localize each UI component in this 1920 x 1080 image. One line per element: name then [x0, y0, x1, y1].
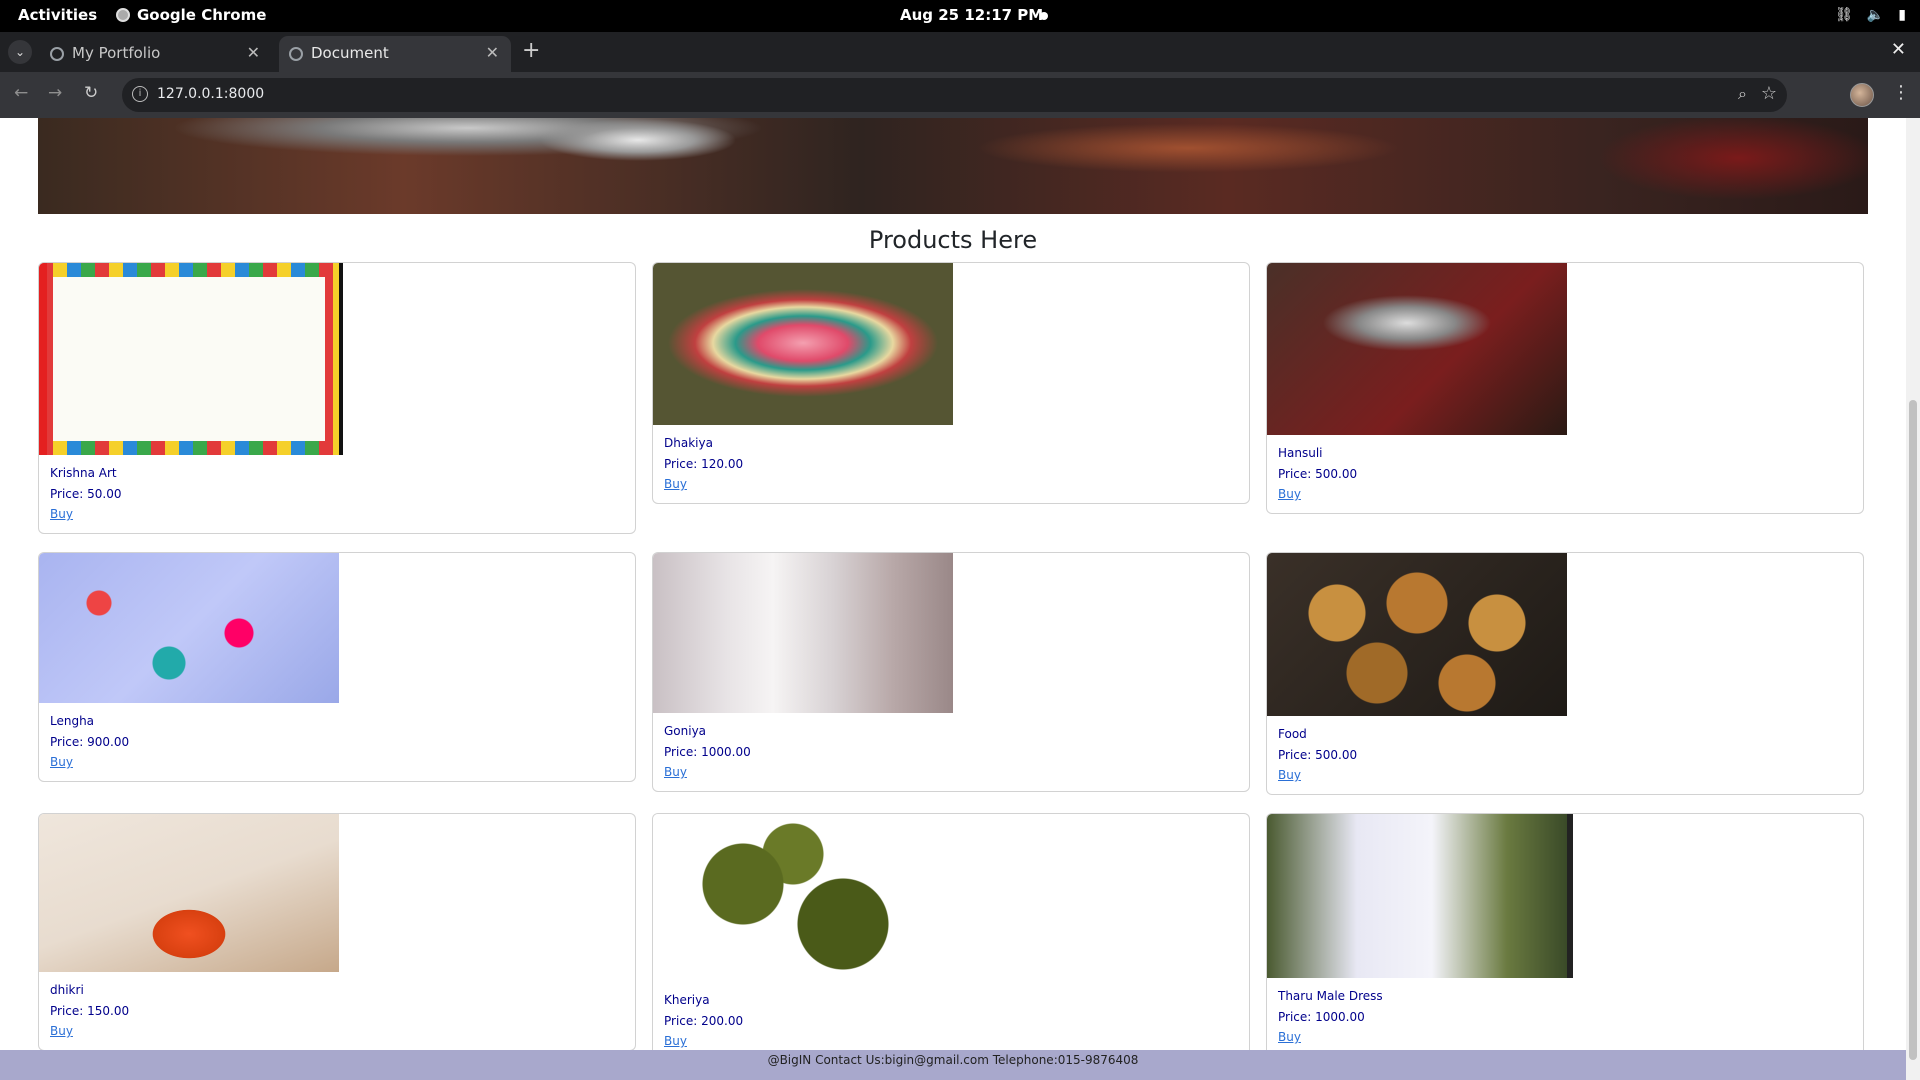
system-top-bar: Activities Google Chrome Aug 25 12:17 PM… — [0, 0, 1920, 32]
page-footer: @BigIN Contact Us:bigin@gmail.com Teleph… — [0, 1050, 1906, 1080]
product-image — [653, 263, 953, 425]
activities-button[interactable]: Activities — [18, 6, 97, 24]
product-card-dhakiya: Dhakiya Price: 120.00 Buy — [652, 262, 1250, 504]
product-image — [1267, 553, 1567, 716]
tab-strip: ⌄ My Portfolio ✕ Document ✕ + ✕ — [0, 32, 1920, 72]
product-image — [39, 814, 339, 972]
site-info-icon[interactable]: i — [132, 86, 148, 102]
product-image — [1267, 263, 1567, 435]
product-price: Price: 200.00 — [664, 1013, 744, 1028]
buy-link[interactable]: Buy — [664, 1031, 1238, 1050]
buy-link[interactable]: Buy — [1278, 765, 1852, 786]
url-text[interactable]: 127.0.0.1:8000 — [157, 86, 264, 102]
window-close-icon[interactable]: ✕ — [1891, 39, 1906, 60]
more-menu-icon[interactable]: ⋮ — [1892, 82, 1910, 103]
chrome-icon — [116, 8, 130, 22]
product-price: Price: 500.00 — [1278, 747, 1358, 762]
clock[interactable]: Aug 25 12:17 PM — [900, 6, 1043, 24]
product-price: Price: 150.00 — [50, 1003, 130, 1018]
product-name: Kheriya — [664, 993, 710, 1007]
product-name: Food — [1278, 727, 1307, 741]
network-icon: ⛓ — [1835, 7, 1853, 23]
product-card-krishna-art: Krishna Art Price: 50.00 Buy — [38, 262, 636, 534]
product-name: Tharu Male Dress — [1278, 989, 1383, 1003]
tab-my-portfolio[interactable]: My Portfolio ✕ — [40, 36, 272, 72]
product-card-lengha: Lengha Price: 900.00 Buy — [38, 552, 636, 782]
product-image — [653, 814, 953, 982]
product-price: Price: 900.00 — [50, 734, 130, 749]
page-scrollbar[interactable] — [1906, 118, 1920, 1080]
notification-dot-icon — [1040, 12, 1048, 20]
product-name: Hansuli — [1278, 446, 1323, 460]
buy-link[interactable]: Buy — [50, 752, 624, 773]
browser-toolbar: ← → ↻ i 127.0.0.1:8000 ⌕ ☆ ⋮ — [0, 72, 1920, 118]
buy-link[interactable]: Buy — [664, 474, 1238, 495]
volume-icon: 🔈 — [1866, 7, 1885, 23]
product-price: Price: 1000.00 — [664, 744, 751, 759]
zoom-icon[interactable]: ⌕ — [1738, 84, 1747, 104]
product-name: Goniya — [664, 724, 707, 738]
hero-banner-image — [38, 118, 1868, 214]
system-tray[interactable]: ⛓ 🔈 ▮ — [1835, 7, 1906, 23]
product-card-kheriya: Kheriya Price: 200.00 Buy — [652, 813, 1250, 1050]
close-icon[interactable]: ✕ — [486, 43, 499, 62]
buy-link[interactable]: Buy — [1278, 484, 1852, 505]
bookmark-star-icon[interactable]: ☆ — [1761, 83, 1777, 104]
back-arrow-icon[interactable]: ← — [14, 83, 28, 103]
buy-link[interactable]: Buy — [50, 504, 624, 525]
product-image — [653, 553, 953, 713]
product-price: Price: 500.00 — [1278, 466, 1358, 481]
product-name: Lengha — [50, 714, 95, 728]
tab-title: Document — [311, 44, 389, 62]
battery-icon: ▮ — [1898, 7, 1906, 23]
forward-arrow-icon[interactable]: → — [48, 83, 62, 103]
buy-link[interactable]: Buy — [664, 762, 1238, 783]
product-card-goniya: Goniya Price: 1000.00 Buy — [652, 552, 1250, 792]
product-price: Price: 50.00 — [50, 486, 122, 501]
product-name: Dhakiya — [664, 436, 713, 450]
page-viewport: Products Here Krishna Art Price: 50.00 B… — [0, 118, 1906, 1050]
product-name: dhikri — [50, 983, 84, 997]
product-card-food: Food Price: 500.00 Buy — [1266, 552, 1864, 795]
buy-link[interactable]: Buy — [1278, 1027, 1852, 1048]
app-menu[interactable]: Google Chrome — [116, 6, 266, 24]
product-card-hansuli: Hansuli Price: 500.00 Buy — [1266, 262, 1864, 514]
product-price: Price: 1000.00 — [1278, 1009, 1365, 1024]
buy-link[interactable]: Buy — [50, 1021, 624, 1042]
product-name: Krishna Art — [50, 466, 117, 480]
tab-title: My Portfolio — [72, 44, 161, 62]
globe-icon — [50, 47, 64, 61]
scrollbar-thumb[interactable] — [1909, 400, 1917, 1060]
app-name: Google Chrome — [137, 6, 267, 24]
product-image — [39, 263, 343, 455]
chevron-down-icon: ⌄ — [14, 45, 26, 59]
tab-search-button[interactable]: ⌄ — [8, 40, 32, 64]
close-icon[interactable]: ✕ — [247, 43, 260, 62]
product-price: Price: 120.00 — [664, 456, 744, 471]
tab-document[interactable]: Document ✕ — [279, 36, 511, 72]
product-card-dhikri: dhikri Price: 150.00 Buy — [38, 813, 636, 1050]
product-image — [39, 553, 339, 703]
address-bar[interactable]: i 127.0.0.1:8000 ⌕ ☆ — [122, 78, 1787, 112]
new-tab-button[interactable]: + — [522, 40, 540, 62]
globe-icon — [289, 47, 303, 61]
product-image — [1267, 814, 1573, 978]
section-title: Products Here — [868, 226, 1038, 254]
reload-icon[interactable]: ↻ — [84, 83, 98, 103]
product-card-tharu-male-dress: Tharu Male Dress Price: 1000.00 Buy — [1266, 813, 1864, 1050]
profile-avatar[interactable] — [1850, 83, 1874, 107]
